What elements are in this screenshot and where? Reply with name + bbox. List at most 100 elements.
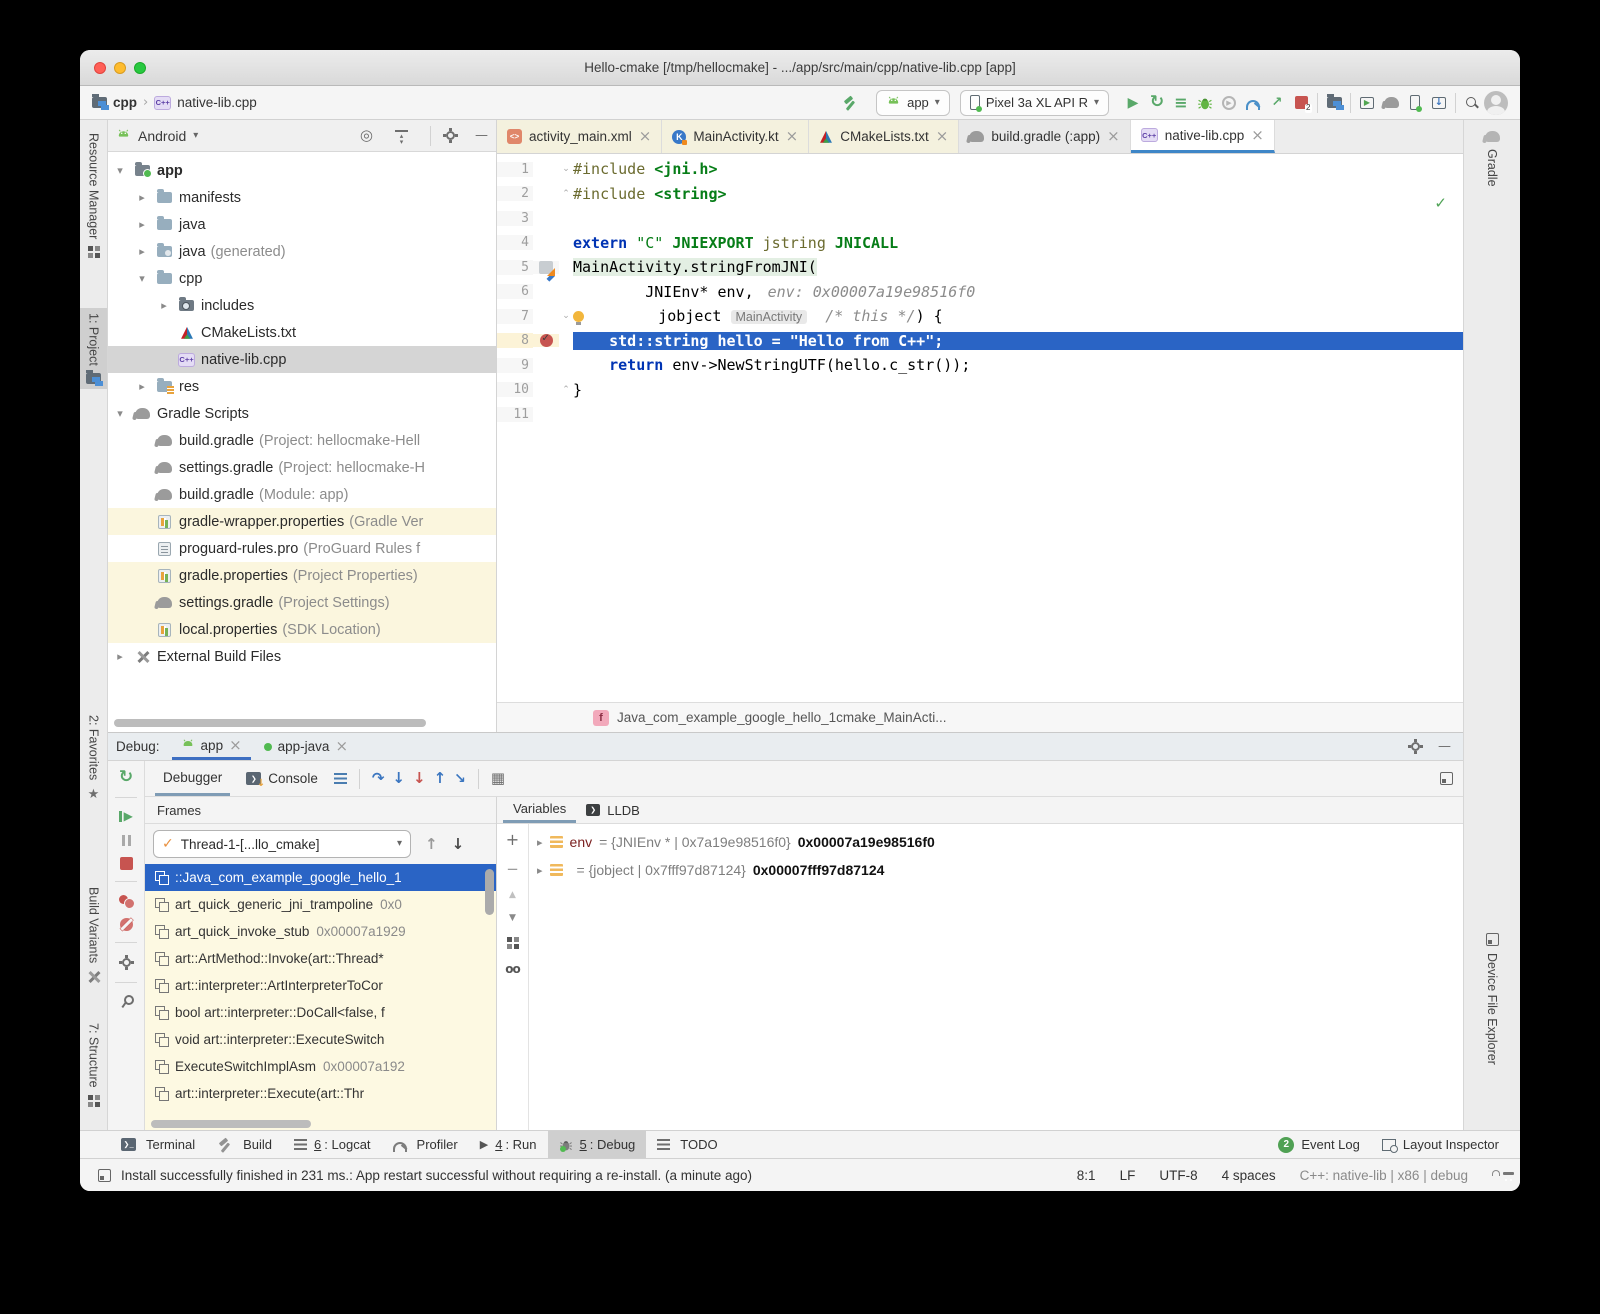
caret-position[interactable]: 8:1 — [1077, 1168, 1096, 1183]
tab-layout-inspector[interactable]: Layout Inspector — [1371, 1131, 1510, 1158]
expand-icon[interactable] — [537, 865, 543, 876]
step-over-button[interactable] — [372, 771, 385, 786]
sdk-manager-button[interactable] — [1427, 91, 1451, 115]
inspections-ok-icon[interactable] — [1434, 196, 1447, 211]
close-icon[interactable] — [639, 129, 652, 144]
resume-button[interactable] — [119, 809, 133, 823]
tab-activity-main-xml[interactable]: activity_main.xml — [497, 120, 662, 153]
tab-structure[interactable]: 7: Structure — [80, 1018, 107, 1112]
horizontal-scrollbar[interactable] — [151, 1120, 311, 1128]
code-editor[interactable]: 1⌄#include <jni.h> 2⌃#include <string> 3… — [497, 154, 1463, 702]
device-select[interactable]: Pixel 3a XL API R — [960, 90, 1109, 116]
restore-layout-button[interactable] — [1440, 772, 1453, 785]
run-button[interactable] — [1121, 91, 1145, 115]
tab-lldb[interactable]: LLDB — [576, 797, 650, 823]
tree-item-native-lib[interactable]: native-lib.cpp — [108, 346, 496, 373]
tree-item-settings-gradle-project[interactable]: settings.gradle(Project: hellocmake-H — [108, 454, 496, 481]
tree-item-cpp[interactable]: cpp — [108, 265, 496, 292]
close-icon[interactable] — [1107, 129, 1120, 144]
avd-manager-button[interactable] — [1355, 91, 1379, 115]
duplicate-watch-button[interactable] — [507, 937, 519, 949]
stack-frame[interactable]: bool art::interpreter::DoCall<false, f — [145, 999, 496, 1026]
tab-native-lib-cpp[interactable]: native-lib.cpp — [1131, 120, 1275, 153]
project-structure-button[interactable] — [1322, 91, 1346, 115]
stop-button[interactable] — [120, 857, 133, 870]
evaluate-expression-button[interactable] — [491, 771, 505, 786]
mute-breakpoints-button[interactable] — [120, 918, 133, 931]
gradle-sync-button[interactable] — [1379, 91, 1403, 115]
variable-row-env[interactable]: env = {JNIEnv * | 0x7a19e98516f0} 0x0000… — [529, 828, 1463, 856]
tab-gradle[interactable]: Gradle — [1464, 126, 1520, 192]
stack-frame[interactable]: ExecuteSwitchImplAsm 0x00007a192 — [145, 1053, 496, 1080]
stack-frame[interactable]: art_quick_generic_jni_trampoline 0x0 — [145, 891, 496, 918]
horizontal-scrollbar[interactable] — [114, 719, 426, 727]
tree-item-proguard-rules[interactable]: proguard-rules.pro(ProGuard Rules f — [108, 535, 496, 562]
tree-item-manifests[interactable]: manifests — [108, 184, 496, 211]
debug-session-tab-app[interactable]: app — [172, 733, 251, 760]
locate-file-button[interactable] — [360, 128, 373, 143]
tab-terminal[interactable]: Terminal — [110, 1131, 206, 1158]
close-icon[interactable] — [786, 129, 799, 144]
gear-icon[interactable] — [446, 131, 455, 140]
tree-item-cmakelists[interactable]: CMakeLists.txt — [108, 319, 496, 346]
tab-mainactivity-kt[interactable]: MainActivity.kt — [662, 120, 809, 153]
stack-frame[interactable]: art::ArtMethod::Invoke(art::Thread* — [145, 945, 496, 972]
tree-item-java-generated[interactable]: java(generated) — [108, 238, 496, 265]
tree-item-res[interactable]: res — [108, 373, 496, 400]
hide-panel-button[interactable] — [475, 129, 488, 142]
stack-frame[interactable]: art::interpreter::Execute(art::Thr — [145, 1080, 496, 1107]
stack-frame[interactable]: void art::interpreter::ExecuteSwitch — [145, 1026, 496, 1053]
profile-button[interactable] — [1217, 91, 1241, 115]
breadcrumb-file[interactable]: native-lib.cpp — [177, 95, 257, 110]
close-icon[interactable] — [335, 739, 348, 754]
pin-tab-button[interactable] — [119, 994, 133, 1008]
minimize-window-button[interactable] — [114, 62, 126, 74]
tab-profiler[interactable]: Profiler — [382, 1131, 469, 1158]
run-to-cursor-button[interactable] — [454, 772, 466, 786]
debug-session-tab-app-java[interactable]: app-java — [255, 733, 357, 760]
tab-cmakelists[interactable]: CMakeLists.txt — [809, 120, 959, 153]
tab-favorites[interactable]: 2: Favorites ★ — [80, 710, 107, 807]
tab-build[interactable]: Build — [206, 1131, 283, 1158]
tree-item-includes[interactable]: includes — [108, 292, 496, 319]
tree-item-build-gradle-module[interactable]: build.gradle(Module: app) — [108, 481, 496, 508]
debug-settings-button[interactable] — [122, 958, 131, 967]
step-out-button[interactable] — [434, 771, 447, 786]
previous-frame-button[interactable] — [425, 837, 438, 852]
debug-button[interactable] — [1193, 91, 1217, 115]
expand-icon[interactable] — [537, 837, 543, 848]
device-manager-button[interactable] — [1403, 91, 1427, 115]
tab-todo[interactable]: TODO — [646, 1131, 728, 1158]
apply-changes-button[interactable] — [1145, 91, 1169, 115]
stack-frame[interactable]: art::interpreter::ArtInterpreterToCor — [145, 972, 496, 999]
view-breakpoints-button[interactable] — [119, 893, 133, 907]
tree-item-java[interactable]: java — [108, 211, 496, 238]
tab-build-variants[interactable]: Build Variants — [80, 882, 107, 989]
indent-setting[interactable]: 4 spaces — [1222, 1168, 1276, 1183]
move-down-button[interactable] — [509, 914, 516, 923]
tree-item-gradle-properties[interactable]: gradle.properties(Project Properties) — [108, 562, 496, 589]
tab-debug[interactable]: 5: Debug — [548, 1131, 647, 1158]
line-ending[interactable]: LF — [1120, 1168, 1136, 1183]
tool-window-toggle-icon[interactable] — [98, 1169, 111, 1182]
title-bar[interactable]: Hello-cmake [/tmp/hellocmake] - .../app/… — [80, 50, 1520, 86]
tab-project[interactable]: 1: Project — [80, 308, 107, 389]
close-icon[interactable] — [229, 738, 242, 753]
profiler-button[interactable] — [1241, 91, 1265, 115]
tab-build-gradle[interactable]: build.gradle (:app) — [959, 120, 1130, 153]
move-up-button[interactable] — [509, 891, 516, 900]
tab-variables[interactable]: Variables — [503, 797, 576, 823]
stack-frame[interactable]: ::Java_com_example_google_hello_1 — [145, 864, 496, 891]
profile-avatar[interactable] — [1484, 91, 1508, 115]
close-icon[interactable] — [1251, 128, 1264, 143]
tree-item-local-properties[interactable]: local.properties(SDK Location) — [108, 616, 496, 643]
rerun-button[interactable] — [119, 769, 133, 786]
tree-item-external-build-files[interactable]: External Build Files — [108, 643, 496, 670]
tab-run[interactable]: 4: Run — [469, 1131, 548, 1158]
thread-select[interactable]: Thread-1-[...llo_cmake] — [153, 830, 411, 858]
project-view-select[interactable]: Android — [138, 128, 186, 144]
close-window-button[interactable] — [94, 62, 106, 74]
make-project-button[interactable] — [838, 91, 862, 115]
show-watches-button[interactable] — [505, 963, 520, 975]
tree-item-app[interactable]: app — [108, 157, 496, 184]
